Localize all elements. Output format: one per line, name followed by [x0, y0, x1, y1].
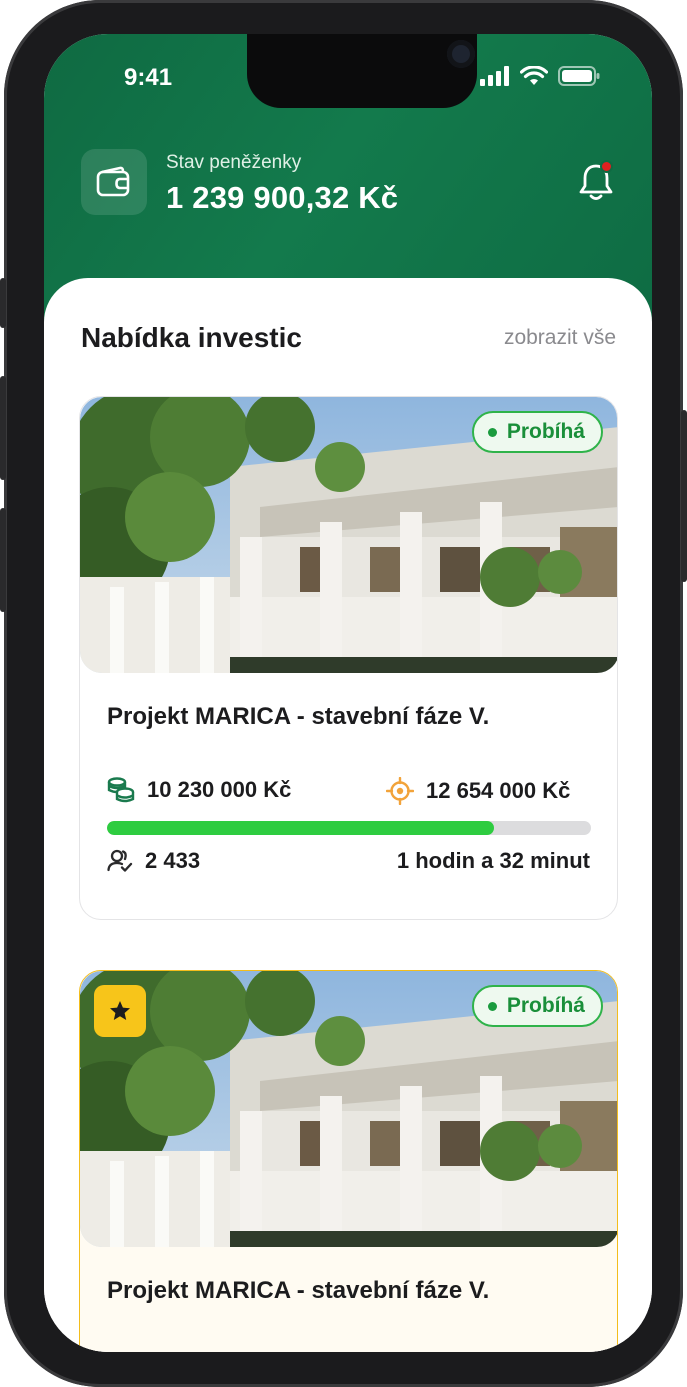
status-badge: Probíhá: [471, 411, 603, 453]
time-remaining: 1 hodin a 32 minut: [397, 848, 590, 874]
section-title: Nabídka investic: [81, 322, 302, 353]
target-icon: [386, 777, 414, 805]
camera: [447, 40, 475, 68]
status-dot-icon: [487, 1001, 497, 1011]
status-icons: [480, 66, 600, 86]
featured-tag: [94, 985, 146, 1037]
status-badge: Probíhá: [471, 985, 603, 1027]
target-amount-row: 12 654 000 Kč: [386, 777, 570, 805]
show-all-link[interactable]: zobrazit vše: [504, 326, 616, 350]
phone-side-button: [0, 278, 6, 328]
status-time: 9:41: [124, 64, 173, 91]
status-label: Probíhá: [506, 994, 585, 1017]
investment-card-featured[interactable]: Probíhá Projekt MARICA - stavební fáze V…: [79, 970, 618, 1352]
investors-icon: [107, 849, 133, 872]
notifications-button[interactable]: [576, 160, 616, 204]
investors-count: 2 433: [145, 848, 201, 873]
notification-dot: [600, 160, 613, 173]
notch: [247, 34, 477, 108]
status-dot-icon: [487, 427, 497, 437]
content-sheet: Nabídka investic zobrazit vše Probíhá Pr…: [44, 278, 652, 1352]
target-amount: 12 654 000 Kč: [426, 778, 571, 803]
phone-frame: 9:41 Stav peněženky 1 239 900,32 Kč Nabí…: [0, 0, 687, 1387]
phone-power-button: [681, 410, 687, 582]
screen: 9:41 Stav peněženky 1 239 900,32 Kč Nabí…: [44, 34, 652, 1352]
time-remaining-label: 1 hodin a 32 minut: [396, 848, 590, 873]
raised-amount: 10 230 000 Kč: [147, 777, 292, 802]
funding-progress-bar: [107, 821, 591, 835]
star-icon: [110, 1001, 130, 1020]
project-title: Projekt MARICA - stavební fáze V.: [107, 703, 490, 730]
funding-progress-fill: [107, 821, 495, 835]
wallet-button[interactable]: [81, 149, 147, 215]
raised-amount-row: 10 230 000 Kč: [107, 777, 291, 803]
phone-volume-up: [0, 376, 6, 480]
coins-icon: [107, 777, 135, 803]
wallet-icon: [96, 166, 130, 197]
wallet-balance: 1 239 900,32 Kč: [166, 180, 399, 215]
wallet-label: Stav peněženky: [166, 152, 302, 173]
battery-icon: [558, 66, 600, 86]
phone-volume-down: [0, 508, 6, 612]
investors-row: 2 433: [107, 848, 200, 874]
project-title: Projekt MARICA - stavební fáze V.: [107, 1277, 490, 1304]
investment-card[interactable]: Probíhá Projekt MARICA - stavební fáze V…: [79, 396, 618, 920]
signal-icon: [480, 66, 509, 86]
wifi-icon: [520, 66, 548, 85]
status-label: Probíhá: [506, 420, 585, 443]
